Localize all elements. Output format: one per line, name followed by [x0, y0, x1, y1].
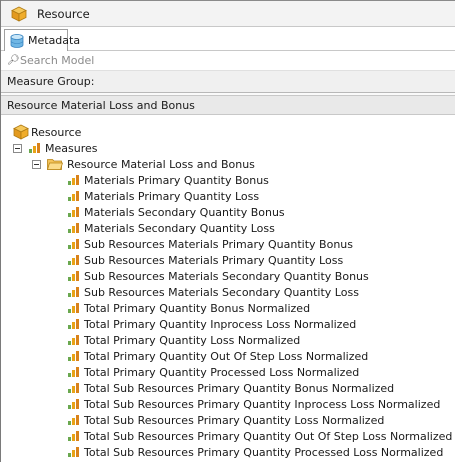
measure-icon	[68, 430, 80, 442]
measure-icon	[68, 446, 80, 458]
measure-icon	[68, 206, 80, 218]
measure-item[interactable]: Total Sub Resources Primary Quantity Bon…	[68, 380, 394, 396]
measure-icon	[68, 270, 80, 282]
measure-item[interactable]: Sub Resources Materials Secondary Quanti…	[68, 284, 359, 300]
measure-icon	[68, 366, 80, 378]
measure-item[interactable]: Total Primary Quantity Bonus Normalized	[68, 300, 310, 316]
measure-icon	[68, 238, 80, 250]
window-frame: Resource Metadata 🔎︎ Search Model Measur…	[0, 0, 455, 462]
measure-item[interactable]: Materials Secondary Quantity Bonus	[68, 204, 285, 220]
tree-node-folder[interactable]: Resource Material Loss and Bonus	[32, 156, 255, 172]
tree-node-measures[interactable]: Measures	[13, 140, 97, 156]
tree-node-folder-label: Resource Material Loss and Bonus	[67, 157, 255, 171]
measure-icon	[68, 398, 80, 410]
measure-item[interactable]: Total Sub Resources Primary Quantity Out…	[68, 428, 452, 444]
measure-icon	[68, 382, 80, 394]
measure-item[interactable]: Sub Resources Materials Secondary Quanti…	[68, 268, 369, 284]
measure-icon	[68, 174, 80, 186]
measure-item-label: Sub Resources Materials Primary Quantity…	[84, 253, 344, 267]
collapse-toggle[interactable]	[13, 143, 22, 153]
measure-icon	[68, 286, 80, 298]
measure-group-label: Measure Group:	[1, 71, 455, 93]
measure-item-label: Materials Primary Quantity Loss	[84, 189, 260, 203]
title-bar: Resource	[1, 0, 455, 27]
measure-item[interactable]: Total Primary Quantity Loss Normalized	[68, 332, 300, 348]
tab-strip: Metadata	[1, 27, 455, 51]
measure-icon	[68, 350, 80, 362]
measure-item-label: Materials Secondary Quantity Loss	[84, 221, 275, 235]
measure-item-label: Total Sub Resources Primary Quantity Pro…	[84, 445, 444, 459]
measure-item[interactable]: Total Sub Resources Primary Quantity Pro…	[68, 444, 443, 460]
measure-group-label-text: Measure Group:	[7, 75, 95, 88]
measure-item-label: Total Primary Quantity Out Of Step Loss …	[84, 349, 369, 363]
measure-item-label: Total Primary Quantity Inprocess Loss No…	[84, 317, 357, 331]
folder-open-icon	[47, 158, 63, 170]
collapse-toggle[interactable]	[32, 159, 41, 169]
measure-item[interactable]: Materials Secondary Quantity Loss	[68, 220, 275, 236]
measure-item-label: Materials Primary Quantity Bonus	[84, 173, 269, 187]
measure-item[interactable]: Total Sub Resources Primary Quantity Inp…	[68, 396, 440, 412]
measure-item[interactable]: Materials Primary Quantity Bonus	[68, 172, 269, 188]
measure-item-label: Sub Resources Materials Primary Quantity…	[84, 237, 354, 251]
search-input[interactable]: 🔎︎ Search Model	[1, 51, 455, 71]
search-icon: 🔎︎	[7, 55, 20, 66]
tree-node-root[interactable]: Resource	[13, 124, 81, 140]
measure-icon	[68, 254, 80, 266]
measure-item-label: Total Primary Quantity Bonus Normalized	[84, 301, 311, 315]
measure-item-label: Materials Secondary Quantity Bonus	[84, 205, 285, 219]
measure-icon	[68, 334, 80, 346]
measure-icon	[68, 222, 80, 234]
measure-icon	[68, 414, 80, 426]
tree-node-root-label: Resource	[31, 125, 82, 139]
tab-metadata-label: Metadata	[28, 34, 81, 47]
measure-item[interactable]: Sub Resources Materials Primary Quantity…	[68, 236, 353, 252]
measure-item-label: Total Sub Resources Primary Quantity Inp…	[84, 397, 441, 411]
measure-icon	[29, 142, 41, 154]
window-title: Resource	[37, 6, 90, 21]
measure-item-label: Total Sub Resources Primary Quantity Los…	[84, 413, 385, 427]
metadata-icon	[9, 33, 25, 49]
measure-item-label: Sub Resources Materials Secondary Quanti…	[84, 269, 369, 283]
measure-item-label: Total Primary Quantity Loss Normalized	[84, 333, 301, 347]
tab-metadata[interactable]: Metadata	[4, 29, 80, 51]
measure-item[interactable]: Total Sub Resources Primary Quantity Los…	[68, 412, 384, 428]
measure-item[interactable]: Total Primary Quantity Processed Loss No…	[68, 364, 359, 380]
measure-icon	[68, 318, 80, 330]
tree-node-measures-label: Measures	[45, 141, 98, 155]
measure-item-label: Total Sub Resources Primary Quantity Bon…	[84, 381, 395, 395]
measure-icon	[68, 190, 80, 202]
measure-item[interactable]: Total Primary Quantity Out Of Step Loss …	[68, 348, 368, 364]
measure-group-selector[interactable]: Resource Material Loss and Bonus	[1, 95, 455, 115]
measure-item[interactable]: Sub Resources Materials Primary Quantity…	[68, 252, 343, 268]
measure-group-value: Resource Material Loss and Bonus	[7, 98, 195, 112]
measure-item[interactable]: Total Primary Quantity Inprocess Loss No…	[68, 316, 356, 332]
cube-icon	[11, 6, 27, 22]
measure-icon	[68, 302, 80, 314]
measure-item-label: Total Primary Quantity Processed Loss No…	[84, 365, 360, 379]
measure-item-label: Total Sub Resources Primary Quantity Out…	[84, 429, 453, 443]
measure-item-label: Sub Resources Materials Secondary Quanti…	[84, 285, 359, 299]
measure-item[interactable]: Materials Primary Quantity Loss	[68, 188, 259, 204]
cube-icon	[13, 124, 29, 140]
search-placeholder: Search Model	[20, 54, 95, 67]
